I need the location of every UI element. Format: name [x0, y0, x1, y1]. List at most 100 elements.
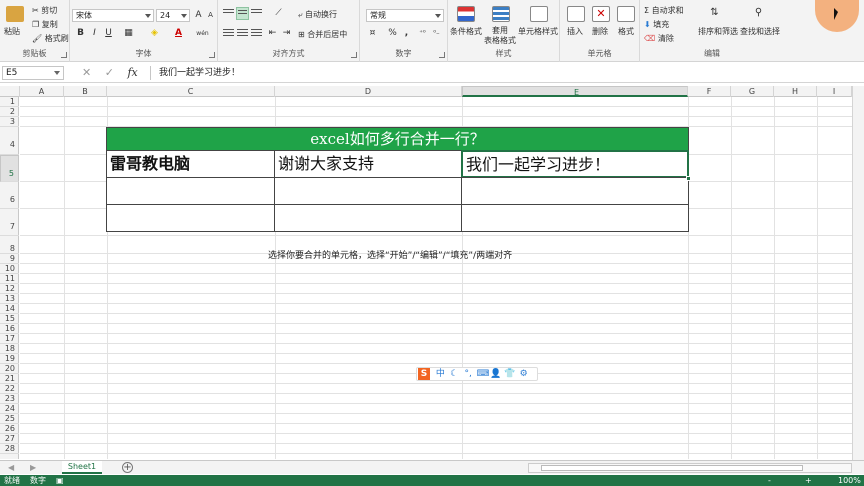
insert-cells-icon[interactable] [567, 6, 585, 22]
row-header[interactable]: 16 [0, 324, 19, 334]
conditional-format-button[interactable]: 条件格式 [450, 26, 482, 37]
row-header[interactable]: 7 [0, 209, 19, 236]
row-header[interactable]: 27 [0, 434, 19, 444]
wrap-text-button[interactable]: ⤶ 自动换行 [298, 9, 337, 20]
font-name-select[interactable]: 宋体 [72, 9, 154, 22]
sort-filter-icon[interactable]: ⇅ [708, 6, 721, 19]
punctuation-icon[interactable]: °, [463, 368, 474, 380]
format-cells-icon[interactable] [617, 6, 635, 22]
font-color-icon[interactable]: A [172, 27, 185, 40]
row-header[interactable]: 24 [0, 404, 19, 414]
increase-indent-icon[interactable]: ⇥ [280, 27, 293, 40]
decrease-decimal-icon[interactable]: ⁰₋ [430, 27, 443, 40]
row-header[interactable]: 5 [0, 155, 19, 182]
conditional-format-icon[interactable] [457, 6, 475, 22]
border-icon[interactable]: ▦ [122, 27, 135, 40]
column-header-d[interactable]: D [275, 86, 462, 97]
copy-button[interactable]: ❐ 复制 [32, 19, 58, 30]
formula-input[interactable]: 我们一起学习进步！ [150, 66, 860, 80]
align-bottom-icon[interactable] [250, 7, 263, 20]
row-header[interactable]: 4 [0, 127, 19, 155]
sheet-tab-sheet1[interactable]: Sheet1 [62, 461, 102, 474]
align-center-icon[interactable] [236, 27, 249, 40]
clipboard-launcher[interactable] [61, 52, 67, 58]
column-header-b[interactable]: B [64, 86, 107, 97]
format-as-table-button[interactable]: 套用 表格格式 [484, 26, 516, 46]
orientation-icon[interactable]: ⟋ [272, 7, 285, 20]
cell-c5[interactable]: 雷哥教电脑 [106, 150, 275, 178]
column-header-i[interactable]: I [817, 86, 852, 97]
cell-e5-active[interactable]: 我们一起学习进步！ [461, 150, 689, 178]
row-header[interactable]: 26 [0, 424, 19, 434]
shrink-font-button[interactable]: A [204, 9, 217, 22]
zoom-in-button[interactable]: + [805, 475, 812, 486]
row-header[interactable]: 8 [0, 236, 19, 254]
row-header[interactable]: 11 [0, 274, 19, 284]
row-header[interactable]: 15 [0, 314, 19, 324]
merge-center-button[interactable]: ⊞ 合并后居中 [298, 29, 347, 40]
number-launcher[interactable] [439, 52, 445, 58]
clear-button[interactable]: ⌫ 清除 [644, 33, 674, 44]
phonetic-button[interactable]: wén [196, 27, 209, 40]
cell-c6[interactable] [106, 177, 275, 205]
font-launcher[interactable] [209, 52, 215, 58]
cell-styles-icon[interactable] [530, 6, 548, 22]
decrease-indent-icon[interactable]: ⇤ [266, 27, 279, 40]
delete-cells-icon[interactable]: ✕ [592, 6, 610, 22]
zoom-level[interactable]: 100% [838, 475, 861, 486]
find-select-button[interactable]: 查找和选择 [740, 26, 780, 37]
underline-button[interactable]: U [102, 27, 115, 40]
row-header[interactable]: 6 [0, 182, 19, 209]
font-size-select[interactable]: 24 [156, 9, 190, 22]
row-header[interactable]: 17 [0, 334, 19, 344]
row-header[interactable]: 25 [0, 414, 19, 424]
horizontal-scroll-thumb[interactable] [541, 465, 803, 471]
percent-button[interactable]: % [386, 27, 399, 40]
row-header[interactable]: 18 [0, 344, 19, 354]
row-header[interactable]: 22 [0, 384, 19, 394]
row-header[interactable]: 2 [0, 107, 19, 117]
binoculars-icon[interactable]: ⚲ [752, 6, 765, 19]
column-header-h[interactable]: H [774, 86, 817, 97]
cell-styles-button[interactable]: 单元格样式 [518, 26, 558, 37]
add-sheet-button[interactable]: + [122, 462, 133, 473]
row-header[interactable]: 14 [0, 304, 19, 314]
fill-color-icon[interactable]: ◈ [148, 27, 161, 40]
cell-e7[interactable] [461, 204, 689, 232]
title-cell[interactable]: excel如何多行合并一行？ [106, 127, 689, 151]
skin-icon[interactable]: 👕 [504, 368, 515, 380]
bold-button[interactable]: B [74, 27, 87, 40]
currency-icon[interactable]: ¤ [366, 27, 379, 40]
cell-e6[interactable] [461, 177, 689, 205]
prev-sheet-icon[interactable]: ◀ [8, 463, 14, 472]
row-header[interactable]: 10 [0, 264, 19, 274]
delete-button[interactable]: 删除 [592, 26, 608, 37]
row-header[interactable]: 20 [0, 364, 19, 374]
cell-d6[interactable] [274, 177, 462, 205]
horizontal-scrollbar[interactable] [528, 463, 852, 473]
enter-icon[interactable]: ✓ [105, 66, 114, 79]
sort-filter-button[interactable]: 排序和筛选 [698, 26, 738, 37]
number-format-select[interactable]: 常规 [366, 9, 444, 22]
select-all-corner[interactable] [0, 86, 20, 97]
italic-button[interactable]: I [88, 27, 101, 40]
row-header[interactable]: 23 [0, 394, 19, 404]
align-middle-icon[interactable] [236, 7, 249, 20]
keyboard-icon[interactable]: ⌨ [477, 368, 490, 380]
alignment-launcher[interactable] [351, 52, 357, 58]
ime-logo[interactable]: S [418, 368, 430, 380]
cut-button[interactable]: ✂ 剪切 [32, 5, 57, 16]
row-header[interactable]: 21 [0, 374, 19, 384]
column-header-c[interactable]: C [107, 86, 275, 97]
increase-decimal-icon[interactable]: ⁺⁰ [416, 27, 429, 40]
format-button[interactable]: 格式 [618, 26, 634, 37]
align-left-icon[interactable] [222, 27, 235, 40]
row-header[interactable]: 28 [0, 444, 19, 454]
column-header-g[interactable]: G [731, 86, 774, 97]
row-header[interactable]: 19 [0, 354, 19, 364]
row-header[interactable]: 9 [0, 254, 19, 264]
fill-handle[interactable] [686, 176, 691, 181]
format-table-icon[interactable] [492, 6, 510, 22]
align-top-icon[interactable] [222, 7, 235, 20]
row-header[interactable]: 1 [0, 97, 19, 107]
